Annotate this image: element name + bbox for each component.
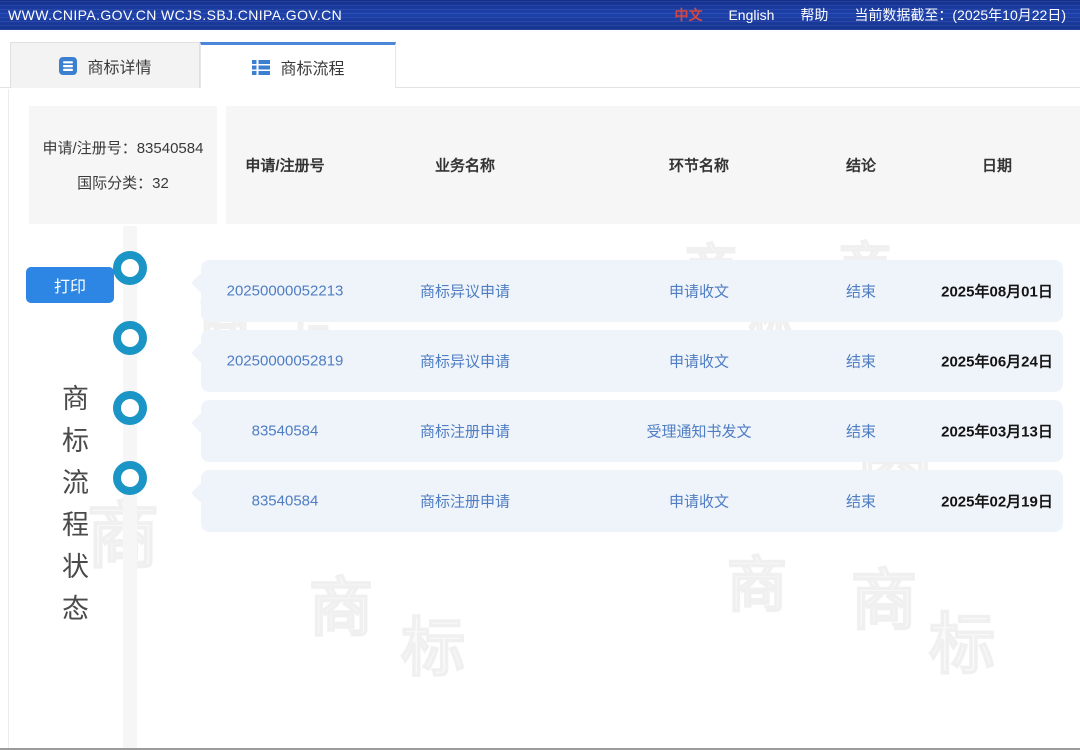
- print-button[interactable]: 打印: [26, 267, 114, 303]
- document-lines-icon: [58, 56, 78, 76]
- row-app-number[interactable]: 83540584: [252, 493, 319, 510]
- row-date: 2025年06月24日: [941, 351, 1053, 372]
- topbar: WWW.CNIPA.GOV.CN WCJS.SBJ.CNIPA.GOV.CN 中…: [0, 0, 1080, 30]
- lang-english-link[interactable]: English: [728, 7, 774, 23]
- site-domains: WWW.CNIPA.GOV.CN WCJS.SBJ.CNIPA.GOV.CN: [8, 7, 342, 23]
- tab-trademark-process[interactable]: 商标流程: [200, 42, 396, 88]
- cnipa-trademark-page: WWW.CNIPA.GOV.CN WCJS.SBJ.CNIPA.GOV.CN 中…: [0, 0, 1080, 750]
- lang-chinese-link[interactable]: 中文: [674, 5, 702, 25]
- data-cutoff-date: 当前数据截至：(2025年10月22日): [854, 5, 1066, 25]
- main-content: 商标商标商商商标商商标商 申请/注册号：83540584 国际分类：32 申请/…: [8, 89, 1079, 748]
- page-title-vertical: 商标流程状态: [54, 384, 93, 636]
- registration-number: 申请/注册号：83540584: [43, 137, 204, 158]
- tab-trademark-detail[interactable]: 商标详情: [10, 42, 200, 88]
- background-watermark: 商: [851, 547, 917, 643]
- tab-flow-label: 商标流程: [280, 55, 344, 79]
- header-business-name: 业务名称: [435, 155, 495, 176]
- table-header-row: 申请/注册号 业务名称 环节名称 结论 日期: [226, 106, 1080, 224]
- process-row[interactable]: 20250000052213 商标异议申请 申请收文 结束 2025年08月01…: [201, 260, 1063, 322]
- header-conclusion: 结论: [846, 155, 876, 176]
- timeline-node-3: [113, 391, 147, 425]
- timeline-node-2: [113, 321, 147, 355]
- row-step-name: 受理通知书发文: [646, 421, 751, 442]
- header-date: 日期: [982, 155, 1012, 176]
- row-date: 2025年03月13日: [941, 421, 1053, 442]
- background-watermark: 标: [401, 597, 465, 689]
- row-conclusion: 结束: [846, 421, 876, 442]
- timeline-node-4: [113, 461, 147, 495]
- help-link[interactable]: 帮助: [800, 5, 828, 25]
- row-business-name: 商标注册申请: [420, 421, 510, 442]
- row-business-name: 商标异议申请: [420, 281, 510, 302]
- trademark-info-panel: 申请/注册号：83540584 国际分类：32: [29, 106, 217, 224]
- topbar-links: 中文 English 帮助 当前数据截至：(2025年10月22日): [674, 5, 1066, 25]
- row-conclusion: 结束: [846, 281, 876, 302]
- row-app-number[interactable]: 20250000052213: [227, 283, 344, 300]
- row-step-name: 申请收文: [669, 281, 729, 302]
- international-class: 国际分类：32: [77, 172, 169, 193]
- row-conclusion: 结束: [846, 351, 876, 372]
- background-watermark: 商: [727, 537, 787, 624]
- row-date: 2025年08月01日: [941, 281, 1053, 302]
- row-date: 2025年02月19日: [941, 491, 1053, 512]
- row-step-name: 申请收文: [669, 351, 729, 372]
- process-row[interactable]: 83540584 商标注册申请 申请收文 结束 2025年02月19日: [201, 470, 1063, 532]
- tab-bar: 商标详情 商标流程: [0, 42, 1080, 88]
- timeline-node-1: [113, 251, 147, 285]
- list-detail-icon: [251, 57, 271, 77]
- tab-detail-label: 商标详情: [87, 54, 151, 78]
- row-step-name: 申请收文: [669, 491, 729, 512]
- process-row[interactable]: 83540584 商标注册申请 受理通知书发文 结束 2025年03月13日: [201, 400, 1063, 462]
- row-business-name: 商标异议申请: [420, 351, 510, 372]
- row-conclusion: 结束: [846, 491, 876, 512]
- background-watermark: 标: [929, 591, 995, 687]
- row-app-number[interactable]: 20250000052819: [227, 353, 344, 370]
- row-app-number[interactable]: 83540584: [252, 423, 319, 440]
- background-watermark: 商: [309, 557, 373, 649]
- header-step-name: 环节名称: [669, 155, 729, 176]
- process-row[interactable]: 20250000052819 商标异议申请 申请收文 结束 2025年06月24…: [201, 330, 1063, 392]
- row-business-name: 商标注册申请: [420, 491, 510, 512]
- header-app-number: 申请/注册号: [245, 155, 324, 176]
